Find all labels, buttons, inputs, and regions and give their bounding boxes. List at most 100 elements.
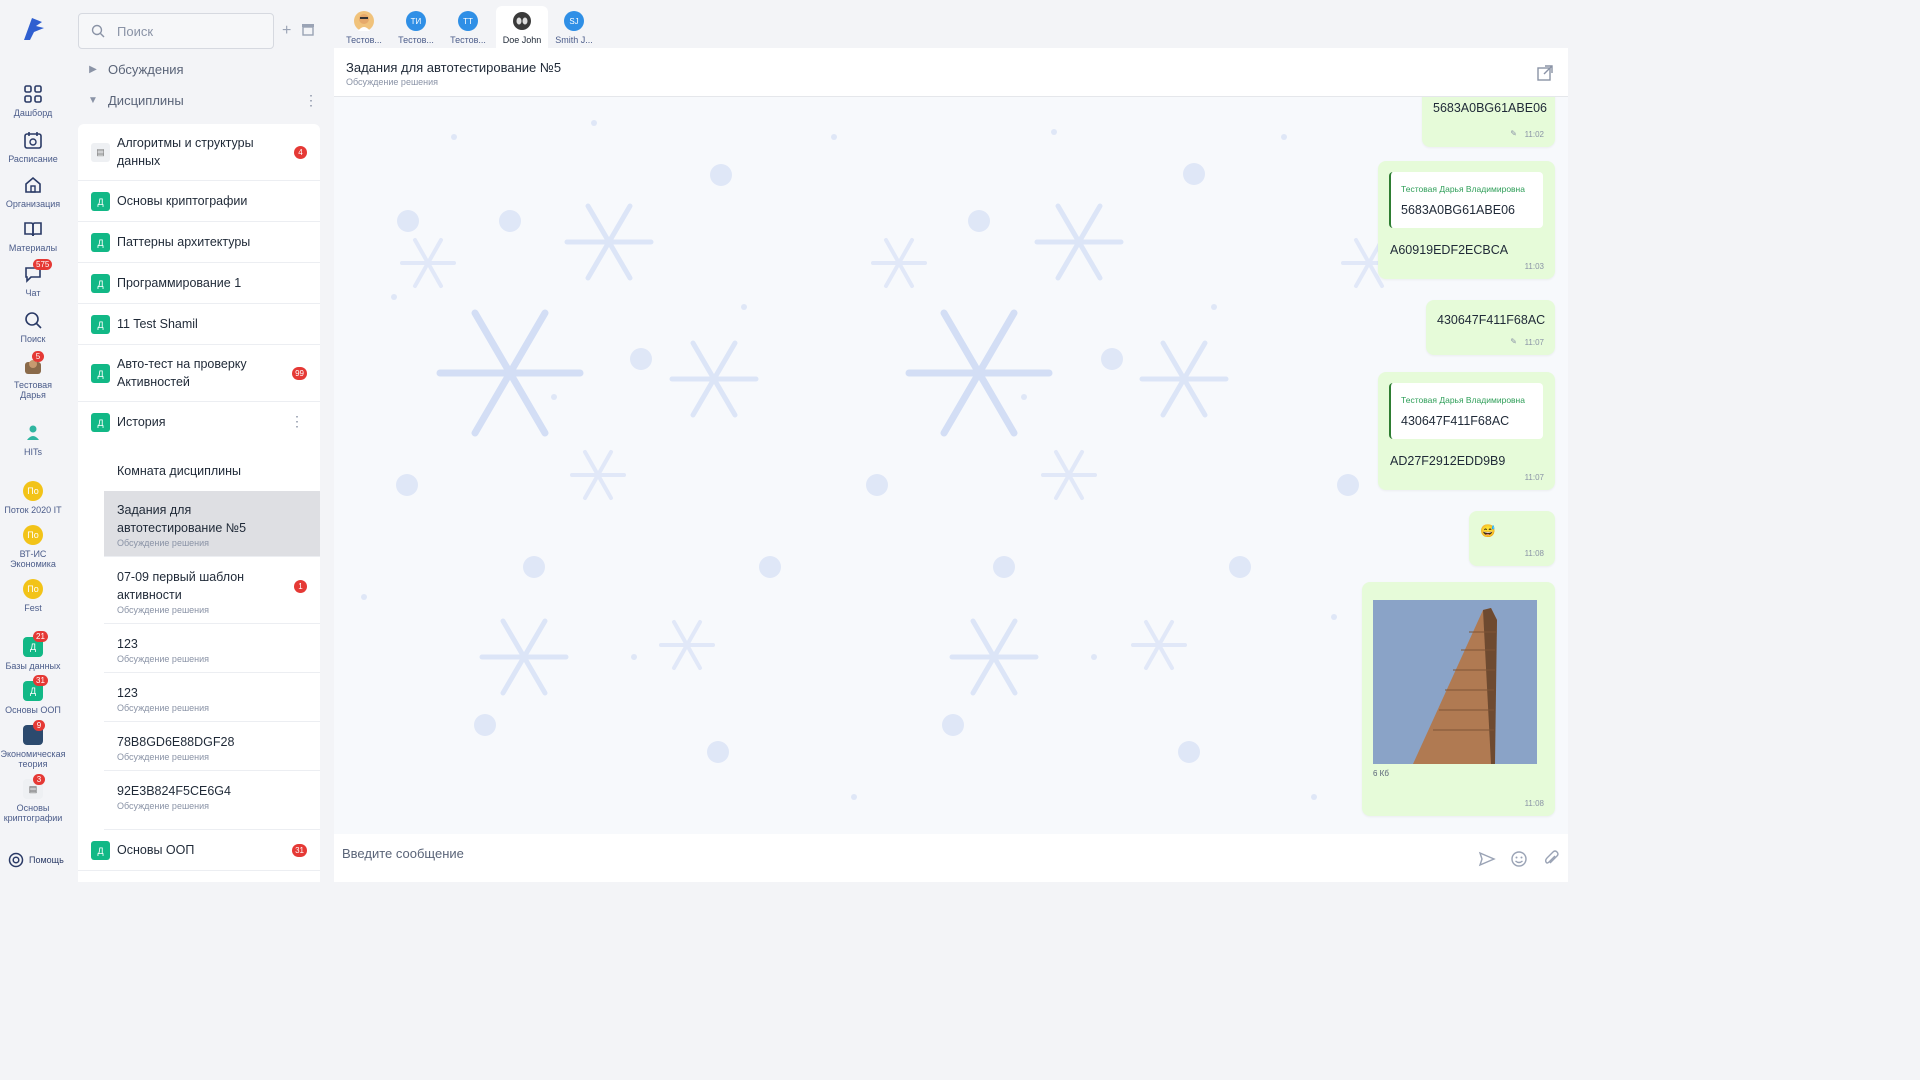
emoji-icon[interactable] <box>1510 850 1528 868</box>
search-input[interactable]: Поиск <box>117 24 153 39</box>
chat-header: Задания для автотестирование №5 Обсужден… <box>334 48 1568 97</box>
tab-label: Smith J... <box>555 35 593 45</box>
tab-label: Тестов... <box>346 35 382 45</box>
rail-materials[interactable]: Материалы <box>0 219 66 253</box>
rail-profile[interactable]: Тестовая Дарья 5 <box>0 351 66 400</box>
tab-chat[interactable]: SJ Smith J... <box>548 6 600 48</box>
add-icon[interactable]: + <box>282 22 291 40</box>
help-button[interactable]: Помощь <box>8 852 64 868</box>
list-item[interactable]: Д Паттерны архитектуры <box>78 222 320 263</box>
message-bubble[interactable]: 5683A0BG61ABE06 ✎ 11:02 <box>1422 97 1555 147</box>
list-item[interactable]: Д Основы криптографии <box>78 181 320 222</box>
reply-quote[interactable]: Тестовая Дарья Владимировна 430647F411F6… <box>1389 383 1543 439</box>
list-item[interactable]: Д Основы ООП 31 <box>78 830 320 871</box>
room-subtitle: Обсуждение решения <box>117 752 210 762</box>
room-title: Задания для автотестирование №5 <box>117 503 247 535</box>
rail-search[interactable]: Поиск <box>0 310 66 344</box>
room-item[interactable]: 78B8GD6E88DGF28 Обсуждение решения <box>104 722 320 771</box>
nav-rail: Дашборд Расписание Организация Материалы… <box>0 0 66 882</box>
chevron-down-icon: ▼ <box>88 95 98 106</box>
message-bubble[interactable]: Тестовая Дарья Владимировна 5683A0BG61AB… <box>1378 161 1555 279</box>
room-item-active[interactable]: Задания для автотестирование №5 Обсужден… <box>104 491 320 557</box>
rail-hits[interactable]: HITs <box>0 423 66 457</box>
room-item[interactable]: 123 Обсуждение решения <box>104 673 320 722</box>
room-item[interactable]: 92E3B824F5CE6G4 Обсуждение решения <box>104 771 320 830</box>
file-size: 6 Кб <box>1373 769 1389 778</box>
tab-chat[interactable]: ТТ Тестов... <box>442 6 494 48</box>
home-icon <box>25 176 41 193</box>
quote-author: Тестовая Дарья Владимировна <box>1401 184 1525 194</box>
rail-databases[interactable]: Д Базы данных 21 <box>0 631 66 671</box>
message-bubble[interactable]: 430647F411F68AC ✎ 11:07 <box>1426 300 1555 355</box>
more-icon[interactable]: ⋮ <box>290 413 304 430</box>
attach-icon[interactable] <box>1542 850 1560 868</box>
dashboard-icon <box>24 85 42 103</box>
rail-label: Основы криптографии <box>3 803 63 823</box>
rail-economic-theory[interactable]: Экономическая теория 9 <box>0 720 66 769</box>
rail-chat[interactable]: Чат 575 <box>0 259 66 298</box>
list-item-history[interactable]: Д История ⋮ <box>78 402 320 443</box>
rail-cryptography[interactable]: ▤ Основы криптографии 3 <box>0 774 66 823</box>
section-disciplines[interactable]: ▼ Дисциплины ⋮ <box>78 92 320 109</box>
message-bubble[interactable]: Тестовая Дарья Владимировна 430647F411F6… <box>1378 372 1555 490</box>
list-item-title: История <box>117 415 166 429</box>
rail-group-fest[interactable]: По Fest <box>0 579 66 613</box>
list-item-title: Программирование 1 <box>117 276 242 290</box>
send-icon[interactable] <box>1478 850 1496 868</box>
tab-chat-active[interactable]: Doe John <box>496 6 548 48</box>
list-item[interactable]: Д Авто-тест на проверку Активностей 99 <box>78 345 320 402</box>
tab-chat[interactable]: ТИ Тестов... <box>390 6 442 48</box>
logo-icon[interactable] <box>18 14 48 44</box>
message-bubble-image[interactable]: 6 Кб 11:08 <box>1362 582 1555 816</box>
tab-label: Doe John <box>502 35 542 45</box>
message-input[interactable]: Введите сообщение <box>342 846 464 861</box>
composer: Введите сообщение <box>334 834 1568 882</box>
message-area[interactable]: 5683A0BG61ABE06 ✎ 11:02 Тестовая Дарья В… <box>334 97 1568 834</box>
reply-quote[interactable]: Тестовая Дарья Владимировна 5683A0BG61AB… <box>1389 172 1543 228</box>
rail-dashboard[interactable]: Дашборд <box>0 84 66 118</box>
room-item[interactable]: Комната дисциплины <box>104 451 320 491</box>
discipline-avatar: Д <box>91 315 110 334</box>
rail-label: Тестовая Дарья <box>13 380 53 400</box>
room-subtitle: Обсуждение решения <box>117 605 210 615</box>
list-item[interactable]: Д 11 Test Shamil <box>78 304 320 345</box>
unread-badge: 1 <box>294 580 307 593</box>
rail-organization[interactable]: Организация <box>0 175 66 209</box>
open-external-icon[interactable] <box>1536 64 1554 82</box>
rail-group-economics[interactable]: По ВТ-ИС Экономика <box>0 525 66 569</box>
list-item-title: Паттерны архитектуры <box>117 235 251 249</box>
search-box[interactable]: Поиск <box>78 13 274 49</box>
rail-label: Поток 2020 IT <box>4 505 62 515</box>
message-time: 11:07 <box>1524 338 1544 347</box>
room-title: 123 <box>117 686 138 700</box>
room-title: 07-09 первый шаблон активности <box>117 570 245 602</box>
message-bubble[interactable]: 😅 11:08 <box>1469 511 1555 566</box>
unread-badge: 31 <box>292 844 307 857</box>
rail-schedule[interactable]: Расписание <box>0 130 66 164</box>
chat-badge: 575 <box>33 259 53 270</box>
rail-label: Организация <box>5 199 61 209</box>
list-item[interactable]: ▤ Алгоритмы и структуры данных 4 <box>78 124 320 181</box>
message-text: 430647F411F68AC <box>1437 313 1546 327</box>
archive-icon[interactable] <box>301 22 315 36</box>
group-avatar: По <box>23 525 43 545</box>
section-discussions[interactable]: ▶ Обсуждения <box>78 62 320 77</box>
rail-label: Чат <box>25 288 41 298</box>
discipline-avatar: Д <box>91 364 110 383</box>
more-icon[interactable]: ⋮ <box>304 92 318 109</box>
room-subtitle: Обсуждение решения <box>117 703 210 713</box>
rail-group-stream[interactable]: По Поток 2020 IT <box>0 481 66 515</box>
tab-chat[interactable]: Тестов... <box>338 6 390 48</box>
room-item[interactable]: 07-09 первый шаблон активности Обсуждени… <box>104 557 320 624</box>
list-item[interactable]: Д Программирование 1 <box>78 263 320 304</box>
section-label: Дисциплины <box>108 93 184 108</box>
room-title: Комната дисциплины <box>117 464 242 478</box>
rail-label: Расписание <box>8 154 58 164</box>
message-emoji: 😅 <box>1480 524 1496 538</box>
unread-badge: 99 <box>292 367 307 380</box>
room-item[interactable]: 123 Обсуждение решения <box>104 624 320 673</box>
attached-image[interactable] <box>1373 600 1537 764</box>
rail-oop[interactable]: Д Основы ООП 31 <box>0 675 66 715</box>
rail-label: Fest <box>24 603 42 613</box>
unread-badge: 4 <box>294 146 307 159</box>
